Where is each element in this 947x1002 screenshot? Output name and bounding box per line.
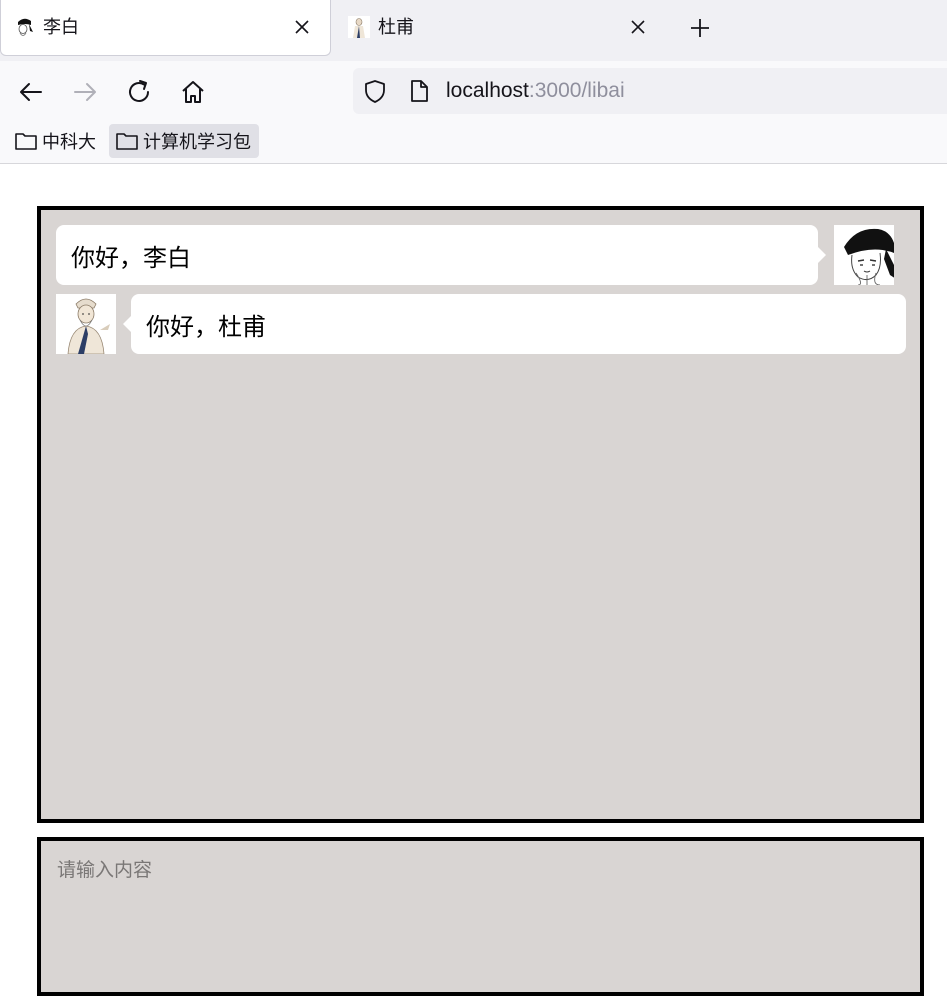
arrow-right-icon[interactable]	[70, 77, 100, 107]
bookmark-folder-ustc[interactable]: 中科大	[8, 124, 102, 158]
folder-icon	[14, 130, 38, 152]
folder-icon	[115, 130, 139, 152]
bookmark-label: 计算机学习包	[143, 132, 251, 153]
dufu-avatar	[56, 294, 116, 354]
bookmarks-toolbar: 中科大 计算机学习包	[0, 122, 947, 164]
url-text: localhost:3000/libai	[446, 77, 625, 105]
reload-icon[interactable]	[124, 77, 154, 107]
page-icon[interactable]	[407, 79, 431, 103]
libai-avatar	[834, 225, 894, 285]
message-bubble: 你好，杜甫	[123, 294, 906, 354]
message-input-container	[37, 837, 924, 996]
chat-messages-panel[interactable]: 你好，李白 你好，杜甫	[37, 206, 924, 823]
message-input[interactable]	[41, 841, 920, 992]
chat-message-sent: 你好，李白	[56, 225, 906, 285]
plus-icon[interactable]	[686, 14, 714, 42]
shield-icon[interactable]	[363, 79, 387, 103]
close-icon[interactable]	[290, 15, 314, 39]
tab-libai[interactable]: 李白	[0, 0, 331, 56]
dufu-favicon-icon	[348, 16, 370, 38]
bookmark-folder-cs[interactable]: 计算机学习包	[109, 124, 259, 158]
tab-title: 李白	[43, 17, 79, 38]
close-icon[interactable]	[626, 15, 650, 39]
address-bar[interactable]: localhost:3000/libai	[353, 68, 947, 114]
url-host: localhost	[446, 79, 529, 102]
arrow-left-icon[interactable]	[16, 77, 46, 107]
message-bubble: 你好，李白	[56, 225, 826, 285]
bookmark-label: 中科大	[42, 132, 96, 153]
tab-dufu[interactable]: 杜甫	[336, 0, 666, 56]
tab-strip: 李白 杜甫	[0, 0, 947, 61]
libai-favicon-icon	[13, 16, 35, 38]
url-path: :3000/libai	[528, 79, 625, 102]
navigation-toolbar: localhost:3000/libai	[0, 61, 947, 122]
chat-message-received: 你好，杜甫	[56, 294, 906, 354]
tab-title: 杜甫	[378, 17, 414, 38]
home-icon[interactable]	[178, 77, 208, 107]
